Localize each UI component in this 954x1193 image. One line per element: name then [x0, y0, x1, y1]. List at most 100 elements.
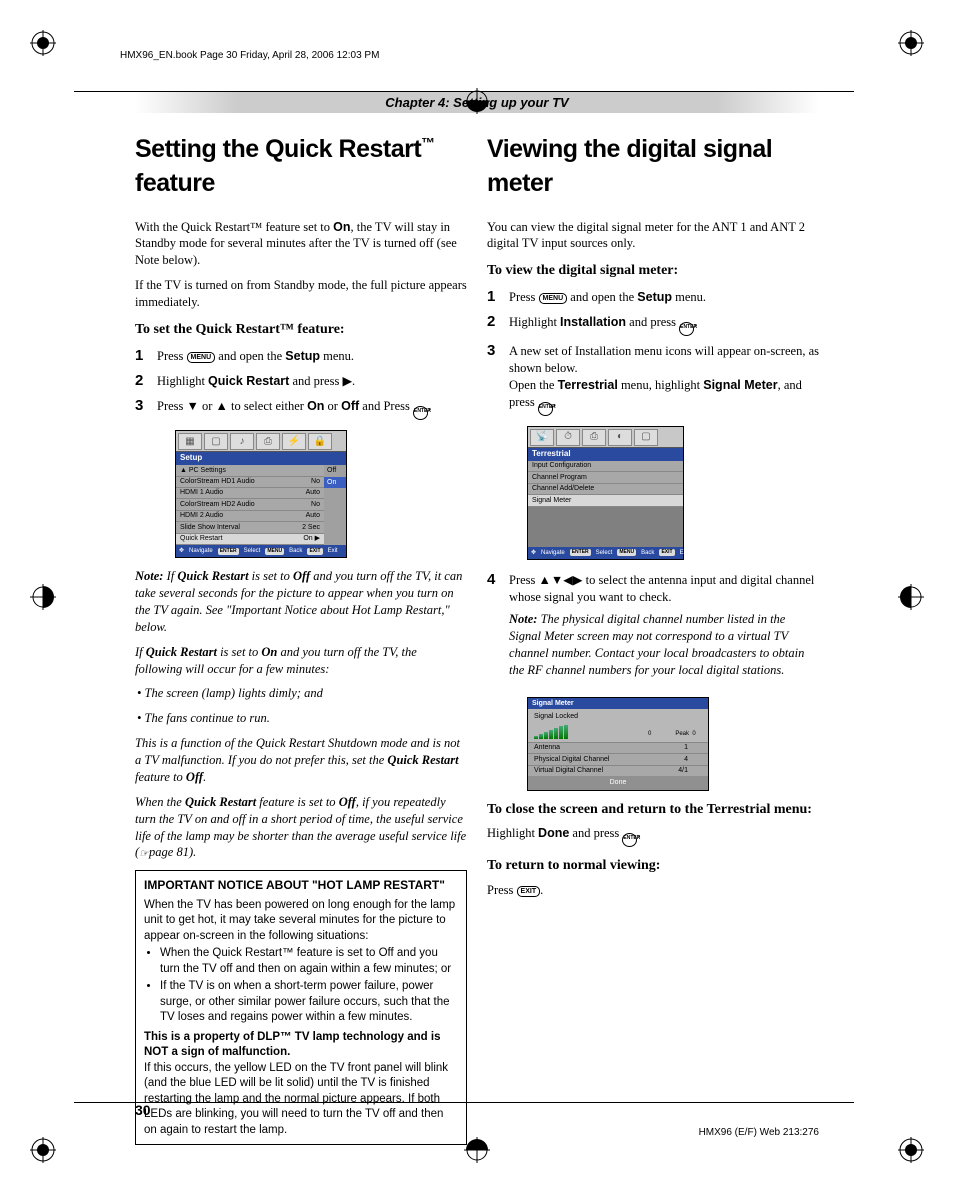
footer-code: HMX96 (E/F) Web 213:276 [699, 1127, 819, 1138]
registration-mark-icon [464, 1137, 490, 1163]
value-on: On [333, 220, 350, 234]
subheading: To close the screen and return to the Te… [487, 801, 819, 820]
section-heading-signal-meter: Viewing the digital signal meter [487, 133, 819, 201]
enter-button-icon: ENTER [538, 402, 553, 416]
step-1: 1 Press MENU and open the Setup menu. [487, 287, 819, 307]
osd-tabs: 📡 ⏱ ⎙ ◐ ▢ [528, 427, 683, 448]
content-columns: Setting the Quick Restart™ feature With … [135, 133, 819, 1145]
osd-row: Channel Add/Delete [528, 484, 683, 495]
note-bullet: • The fans continue to run. [147, 710, 467, 727]
osd-options: Off On [324, 465, 346, 545]
para: Press EXIT. [487, 882, 819, 899]
registration-mark-icon [898, 1137, 924, 1163]
registration-mark-icon [464, 88, 490, 114]
page-number: 30 [135, 1102, 151, 1118]
tab-icon: ⚡ [282, 433, 306, 450]
registration-mark-icon [898, 30, 924, 56]
heading-text: feature [135, 169, 215, 197]
osd-signal-meter: Signal Meter Signal Locked 0 Peak 0 Ante… [527, 697, 709, 791]
step-1: 1 Press MENU and open the Setup menu. [135, 346, 467, 366]
heading-text: Setting the Quick Restart [135, 135, 421, 163]
tab-icon: ⏱ [556, 429, 580, 446]
tab-icon: ⎙ [256, 433, 280, 450]
osd-title: Signal Meter [528, 698, 708, 709]
notice-title: IMPORTANT NOTICE ABOUT "HOT LAMP RESTART… [144, 877, 458, 893]
menu-button-icon: MENU [187, 352, 216, 363]
osd-row: Slide Show Interval2 Sec [176, 522, 324, 533]
osd-row: Physical Digital Channel4 [528, 753, 708, 764]
footer-rule [74, 1102, 854, 1103]
subheading: To return to normal viewing: [487, 857, 819, 876]
osd-row-selected: Quick RestartOn ▶ [176, 534, 324, 545]
tab-icon: ▢ [634, 429, 658, 446]
osd-row: HDMI 1 AudioAuto [176, 488, 324, 499]
tab-icon: 🔒 [308, 433, 332, 450]
note-text: If Quick Restart is set to On and you tu… [135, 644, 467, 678]
signal-values: 0 Peak 0 [574, 730, 696, 742]
note-text: Note: The physical digital channel numbe… [509, 611, 819, 679]
step-3: 3 A new set of Installation menu icons w… [487, 341, 819, 416]
tab-icon: ◐ [608, 429, 632, 446]
enter-button-icon: ENTER [622, 833, 637, 847]
step-2: 2 Highlight Quick Restart and press ▶. [135, 371, 467, 391]
note-bullet: • The screen (lamp) lights dimly; and [147, 685, 467, 702]
step-4: 4 Press ▲▼◀▶ to select the antenna input… [487, 570, 819, 687]
para: With the Quick Restart™ feature set to O… [135, 219, 467, 270]
important-notice-box: IMPORTANT NOTICE ABOUT "HOT LAMP RESTART… [135, 870, 467, 1145]
enter-button-icon: ENTER [413, 406, 428, 420]
osd-blank-area [528, 507, 683, 547]
osd-row: ColorStream HD2 AudioNo [176, 499, 324, 510]
tab-icon: ♪ [230, 433, 254, 450]
book-header: HMX96_EN.book Page 30 Friday, April 28, … [120, 50, 864, 61]
notice-para: If this occurs, the yellow LED on the TV… [144, 1061, 458, 1139]
notice-strong: This is a property of DLP™ TV lamp techn… [144, 1030, 458, 1061]
osd-row: ColorStream HD1 AudioNo [176, 477, 324, 488]
note-text: This is a function of the Quick Restart … [135, 735, 467, 786]
osd-row: Input Configuration [528, 461, 683, 472]
osd-setup-menu: ▦ ▢ ♪ ⎙ ⚡ 🔒 Setup ▲ PC Settings ColorStr… [175, 430, 347, 558]
signal-locked-label: Signal Locked [528, 709, 708, 724]
tab-icon: ▢ [204, 433, 228, 450]
osd-terrestrial-menu: 📡 ⏱ ⎙ ◐ ▢ Terrestrial Input Configuratio… [527, 426, 684, 560]
left-column: Setting the Quick Restart™ feature With … [135, 133, 467, 1145]
signal-bars-icon [528, 725, 574, 742]
para: If the TV is turned on from Standby mode… [135, 277, 467, 311]
osd-row: Antenna1 [528, 742, 708, 753]
osd-row: ▲ PC Settings [176, 465, 324, 476]
procedure-steps: 4 Press ▲▼◀▶ to select the antenna input… [487, 570, 819, 687]
osd-tabs: ▦ ▢ ♪ ⎙ ⚡ 🔒 [176, 431, 346, 452]
step-2: 2 Highlight Installation and press ENTER… [487, 312, 819, 336]
step-3: 3 Press ▼ or ▲ to select either On or Of… [135, 396, 467, 420]
tab-icon: ▦ [178, 433, 202, 450]
notice-bullet: If the TV is on when a short-term power … [160, 979, 458, 1026]
registration-mark-icon [30, 584, 56, 610]
osd-navbar: ✥Navigate ENTERSelect MENUBack EXITExit [528, 547, 683, 559]
tab-icon: 📡 [530, 429, 554, 446]
exit-button-icon: EXIT [517, 886, 541, 897]
notice-bullet: When the Quick Restart™ feature is set t… [160, 946, 458, 977]
para: You can view the digital signal meter fo… [487, 219, 819, 253]
osd-title: Terrestrial [528, 448, 683, 461]
section-heading-quick-restart: Setting the Quick Restart™ feature [135, 133, 467, 201]
enter-button-icon: ENTER [679, 322, 694, 336]
osd-row: HDMI 2 AudioAuto [176, 511, 324, 522]
osd-navbar: ✥Navigate ENTERSelect MENUBack EXITExit [176, 545, 346, 557]
osd-row-selected: Signal Meter [528, 495, 683, 506]
subheading: To set the Quick Restart™ feature: [135, 321, 467, 340]
registration-mark-icon [898, 584, 924, 610]
osd-title: Setup [176, 452, 346, 465]
osd-row: Channel Program [528, 472, 683, 483]
page-container: HMX96_EN.book Page 30 Friday, April 28, … [0, 0, 954, 1193]
para: Highlight Done and press ENTER. [487, 825, 819, 847]
right-column: Viewing the digital signal meter You can… [487, 133, 819, 1145]
note-text: When the Quick Restart feature is set to… [135, 794, 467, 862]
registration-mark-icon [30, 1137, 56, 1163]
trademark-symbol: ™ [421, 135, 435, 151]
osd-done-button: Done [528, 776, 708, 789]
procedure-steps: 1 Press MENU and open the Setup menu. 2 … [487, 287, 819, 416]
subheading: To view the digital signal meter: [487, 262, 819, 281]
pointer-icon: ☞ [139, 847, 149, 862]
tab-icon: ⎙ [582, 429, 606, 446]
osd-row: Virtual Digital Channel4/1 [528, 765, 708, 776]
registration-mark-icon [30, 30, 56, 56]
